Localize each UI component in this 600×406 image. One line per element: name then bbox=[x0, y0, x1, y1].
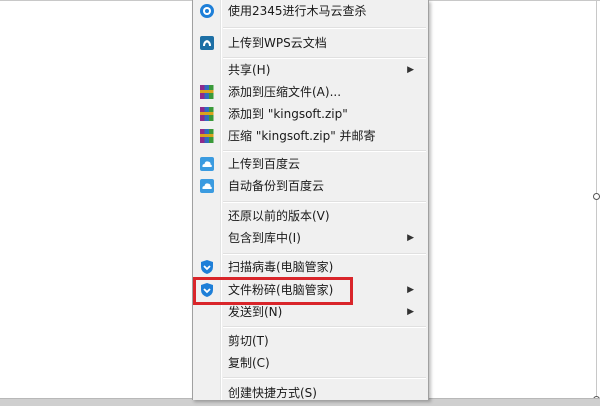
menu-item-virus-scan[interactable]: 扫描病毒(电脑管家) bbox=[193, 256, 428, 278]
menu-item-upload-baidu[interactable]: 上传到百度云 bbox=[193, 153, 428, 175]
menu-separator bbox=[223, 326, 426, 328]
menu-item-add-to-archive[interactable]: 添加到压缩文件(A)... bbox=[193, 81, 428, 103]
context-menu: 使用2345进行木马云查杀 上传到WPS云文档 共享(H) ▶ 添加到压缩文件(… bbox=[192, 0, 429, 400]
menu-item-label: 添加到压缩文件(A)... bbox=[228, 85, 342, 99]
menu-item-label: 共享(H) bbox=[228, 63, 271, 77]
menu-item-upload-wps[interactable]: 上传到WPS云文档 bbox=[193, 32, 428, 54]
baidu-cloud-icon bbox=[200, 157, 214, 171]
submenu-arrow-icon: ▶ bbox=[407, 285, 414, 295]
menu-item-label: 还原以前的版本(V) bbox=[228, 209, 330, 223]
menu-item-share[interactable]: 共享(H) ▶ bbox=[193, 59, 428, 81]
menu-item-create-shortcut[interactable]: 创建快捷方式(S) bbox=[193, 382, 428, 400]
menu-item-auto-backup-baidu[interactable]: 自动备份到百度云 bbox=[193, 175, 428, 197]
menu-separator bbox=[223, 201, 426, 203]
archive-icon bbox=[200, 129, 214, 143]
annotation-highlight-box bbox=[193, 277, 353, 305]
tencent-shield-icon bbox=[201, 260, 213, 274]
menu-separator bbox=[223, 27, 426, 29]
menu-item-label: 自动备份到百度云 bbox=[228, 179, 325, 193]
menu-item-2345-scan[interactable]: 使用2345进行木马云查杀 bbox=[193, 2, 428, 24]
menu-item-label: 发送到(N) bbox=[228, 305, 283, 319]
shield-round-icon bbox=[200, 4, 214, 18]
menu-item-cut[interactable]: 剪切(T) bbox=[193, 330, 428, 352]
submenu-arrow-icon: ▶ bbox=[407, 233, 414, 243]
resize-handle-right[interactable] bbox=[593, 193, 600, 200]
menu-item-label: 包含到库中(I) bbox=[228, 231, 301, 245]
menu-item-label: 添加到 "kingsoft.zip" bbox=[228, 107, 348, 121]
baidu-cloud-icon bbox=[200, 179, 214, 193]
menu-item-label: 创建快捷方式(S) bbox=[228, 386, 317, 400]
archive-icon bbox=[200, 107, 214, 121]
menu-separator bbox=[223, 150, 426, 152]
menu-item-label: 压缩 "kingsoft.zip" 并邮寄 bbox=[228, 129, 376, 143]
wps-cloud-icon bbox=[200, 36, 214, 50]
menu-item-label: 扫描病毒(电脑管家) bbox=[228, 260, 334, 274]
menu-item-copy[interactable]: 复制(C) bbox=[193, 352, 428, 374]
menu-separator bbox=[223, 253, 426, 255]
menu-item-label: 剪切(T) bbox=[228, 334, 269, 348]
menu-separator bbox=[223, 377, 426, 379]
frame-right-line bbox=[596, 0, 597, 400]
menu-item-include-in-library[interactable]: 包含到库中(I) ▶ bbox=[193, 227, 428, 249]
menu-item-compress-and-email[interactable]: 压缩 "kingsoft.zip" 并邮寄 bbox=[193, 125, 428, 147]
menu-item-label: 复制(C) bbox=[228, 356, 270, 370]
menu-item-label: 上传到百度云 bbox=[228, 157, 301, 171]
menu-item-label: 上传到WPS云文档 bbox=[228, 36, 327, 50]
menu-item-add-to-kingsoft-zip[interactable]: 添加到 "kingsoft.zip" bbox=[193, 103, 428, 125]
menu-item-label: 使用2345进行木马云查杀 bbox=[228, 4, 367, 18]
submenu-arrow-icon: ▶ bbox=[407, 65, 414, 75]
submenu-arrow-icon: ▶ bbox=[407, 307, 414, 317]
menu-item-restore-previous[interactable]: 还原以前的版本(V) bbox=[193, 205, 428, 227]
archive-icon bbox=[200, 85, 214, 99]
